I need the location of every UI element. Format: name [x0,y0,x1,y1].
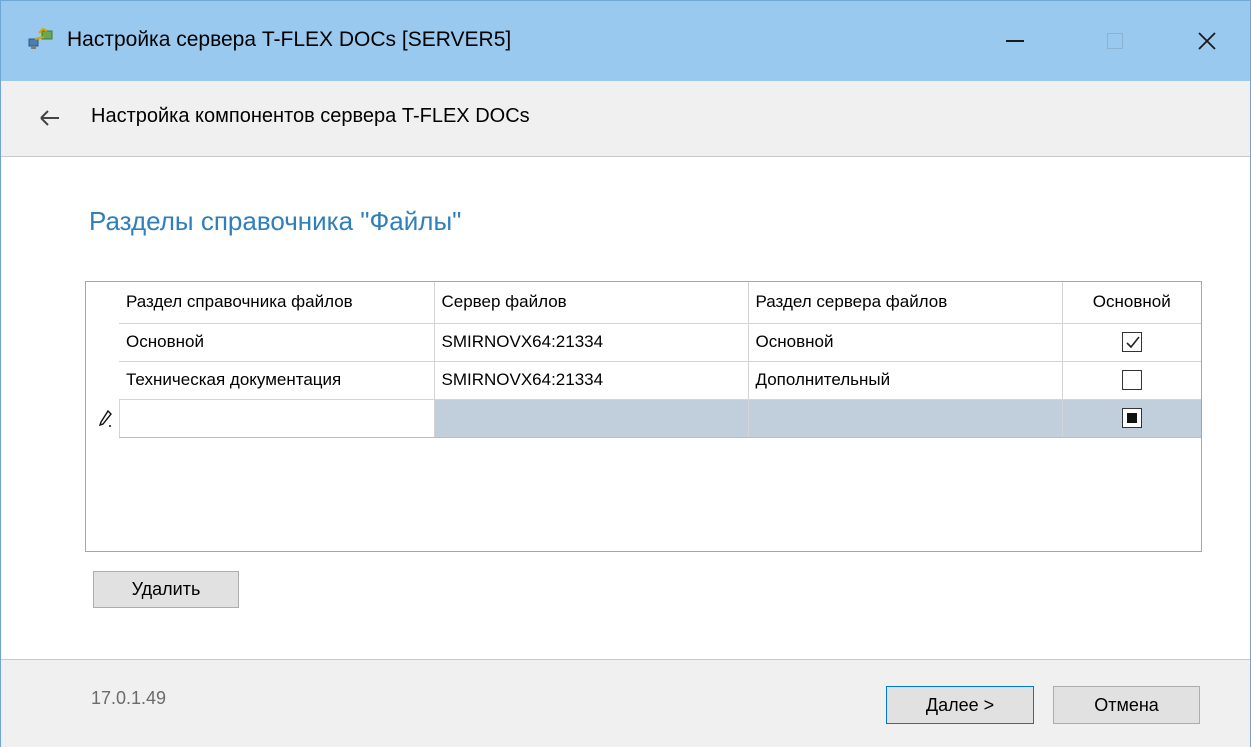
cell-server-section[interactable]: Дополнительный [748,361,1063,400]
sections-grid[interactable]: Раздел справочника файлов Сервер файлов … [85,281,1202,552]
back-arrow-icon[interactable] [35,103,65,133]
primary-checkbox-indeterminate[interactable] [1121,408,1142,429]
app-network-icon [27,27,55,53]
navigation-bar: Настройка компонентов сервера T-FLEX DOC… [1,81,1250,157]
version-label: 17.0.1.49 [91,688,167,708]
cell-section-edit[interactable] [118,399,435,438]
title-bar[interactable]: Настройка сервера T-FLEX DOCs [SERVER5] [1,1,1250,81]
delete-button[interactable]: Удалить [93,571,239,608]
cell-primary[interactable] [1062,323,1201,362]
pencil-icon [98,409,112,428]
column-header-server[interactable]: Сервер файлов [434,282,749,324]
row-indicator [86,323,119,361]
next-button[interactable]: Далее > [886,686,1034,724]
cell-server-section[interactable]: Основной [748,323,1063,362]
row-indicator [86,361,119,399]
cell-section[interactable]: Техническая документация [119,361,435,400]
primary-checkbox-checked[interactable] [1121,332,1142,353]
section-title: Разделы справочника "Файлы" [89,206,462,236]
column-header-primary[interactable]: Основной [1062,282,1201,324]
cell-section[interactable]: Основной [119,323,435,362]
row-indicator [86,399,119,437]
column-header-server-section[interactable]: Раздел сервера файлов [748,282,1063,324]
minimize-icon [1006,40,1024,42]
primary-checkbox-unchecked[interactable] [1121,370,1142,391]
table-row[interactable]: Основной SMIRNOVX64:21334 Основной [86,323,1201,362]
cell-primary[interactable] [1062,399,1201,438]
grid-header-row: Раздел справочника файлов Сервер файлов … [86,282,1201,324]
window-title: Настройка сервера T-FLEX DOCs [SERVER5] [67,28,512,51]
maximize-button [1076,1,1154,81]
cell-server-section[interactable] [748,399,1063,438]
row-indicator-header [86,282,119,323]
footer-bar: 17.0.1.49 Далее > Отмена [1,659,1250,747]
cell-server[interactable]: SMIRNOVX64:21334 [434,323,749,362]
minimize-button[interactable] [976,1,1054,81]
cell-server[interactable] [434,399,749,438]
cell-primary[interactable] [1062,361,1201,400]
nav-title: Настройка компонентов сервера T-FLEX DOC… [91,105,530,127]
maximize-icon [1107,33,1123,49]
new-row[interactable] [86,399,1201,438]
close-button[interactable] [1168,1,1246,81]
cancel-button[interactable]: Отмена [1053,686,1200,724]
settings-window: Настройка сервера T-FLEX DOCs [SERVER5] … [0,0,1251,747]
column-header-section[interactable]: Раздел справочника файлов [119,282,435,324]
table-row[interactable]: Техническая документация SMIRNOVX64:2133… [86,361,1201,400]
close-icon [1198,32,1216,50]
cell-server[interactable]: SMIRNOVX64:21334 [434,361,749,400]
